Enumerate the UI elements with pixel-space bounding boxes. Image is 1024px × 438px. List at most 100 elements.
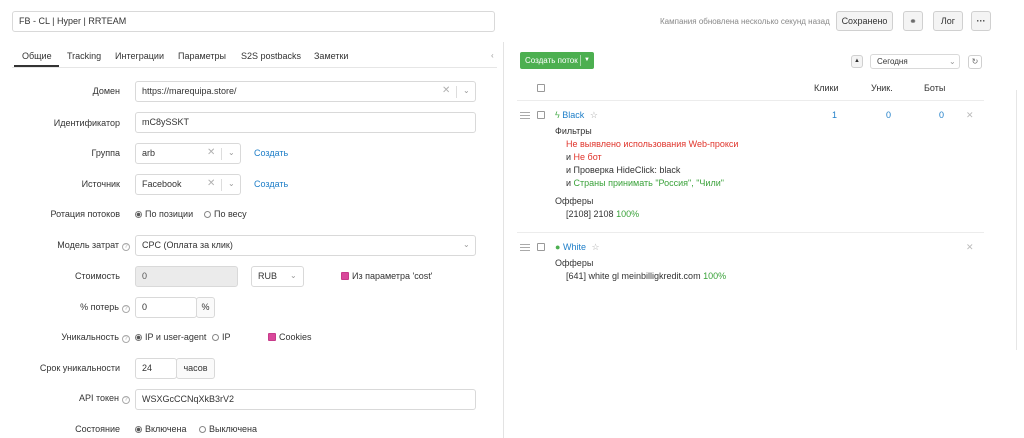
caret-down-icon: ▼ — [584, 57, 590, 63]
rotation-label: Ротация потоков — [50, 209, 120, 219]
group-separator — [221, 148, 222, 160]
saved-button[interactable]: Сохранено — [836, 11, 893, 31]
tab-integrations[interactable]: Интеграции — [115, 51, 164, 61]
uniqueness-option-ip-ua[interactable]: IP и user-agent — [135, 332, 206, 342]
period-chevron-down-icon[interactable]: ⌄ — [949, 57, 956, 66]
filter-item: и Проверка HideClick: black — [566, 165, 681, 175]
stream-black-bots[interactable]: 0 — [904, 110, 944, 120]
uniqueness-cookies-checkbox[interactable]: Cookies — [268, 332, 312, 342]
group-select[interactable]: arb — [135, 143, 241, 164]
cost-model-label: Модель затрат? — [0, 240, 130, 251]
sort-up-button[interactable]: ▲ — [851, 55, 863, 68]
cost-model-chevron-down-icon[interactable]: ⌄ — [463, 240, 470, 249]
state-option-off[interactable]: Выключена — [199, 424, 257, 434]
tab-notes[interactable]: Заметки — [314, 51, 348, 61]
cost-from-param-checkbox[interactable]: Из параметра 'cost' — [341, 271, 432, 281]
checkbox-icon — [537, 84, 545, 92]
tabs-scroll-arrow-icon[interactable]: ‹ — [491, 51, 494, 60]
uniq-period-input[interactable]: 24 — [135, 358, 177, 379]
tab-s2s-postbacks[interactable]: S2S postbacks — [241, 51, 301, 61]
filter-item: и Не бот — [566, 152, 602, 162]
identifier-input[interactable]: mC8ySSKT — [135, 112, 476, 133]
loss-input[interactable]: 0 — [135, 297, 197, 318]
api-token-input[interactable]: WSXGcCCNqXkB3rV2 — [135, 389, 476, 410]
column-unique: Уник. — [871, 83, 893, 93]
source-chevron-down-icon[interactable]: ⌄ — [228, 179, 235, 188]
checkbox-checked-icon — [341, 272, 349, 280]
help-icon[interactable]: ? — [122, 335, 130, 343]
radio-unchecked-icon — [212, 334, 219, 341]
tab-parameters[interactable]: Параметры — [178, 51, 226, 61]
domain-chevron-down-icon[interactable]: ⌄ — [463, 86, 470, 95]
source-clear-icon[interactable]: ✕ — [207, 178, 215, 189]
bolt-icon: ϟ — [555, 110, 560, 120]
drag-handle-icon[interactable] — [520, 112, 530, 121]
period-select[interactable]: Сегодня — [870, 54, 960, 69]
tab-general[interactable]: Общие — [22, 51, 52, 61]
stream-white-title[interactable]: ● White ☆ — [555, 242, 600, 253]
stream-white-checkbox[interactable] — [537, 242, 548, 252]
radio-checked-icon — [135, 211, 142, 218]
stream-divider — [517, 232, 984, 233]
tab-tracking[interactable]: Tracking — [67, 51, 101, 61]
tab-active-underline — [14, 65, 59, 67]
refresh-icon: ↻ — [971, 57, 979, 66]
state-option-on[interactable]: Включена — [135, 424, 187, 434]
stream-black-delete-icon[interactable]: ✕ — [966, 110, 974, 121]
filter-item: и Страны принимать "Россия", "Чили" — [566, 178, 724, 188]
currency-chevron-down-icon[interactable]: ⌄ — [290, 271, 297, 280]
link-icon: ⚭ — [909, 16, 917, 26]
loss-unit-addon: % — [196, 297, 215, 318]
stream-white-delete-icon[interactable]: ✕ — [966, 242, 974, 253]
cost-model-select[interactable]: CPC (Оплата за клик) — [135, 235, 476, 256]
domain-select[interactable]: https://marequipa.store/ — [135, 81, 476, 102]
offers-title: Офферы — [555, 258, 594, 268]
campaign-name-input[interactable]: FB - CL | Hyper | RRTEAM — [12, 11, 495, 32]
group-chevron-down-icon[interactable]: ⌄ — [228, 148, 235, 157]
source-create-link[interactable]: Создать — [254, 179, 288, 189]
source-label: Источник — [81, 179, 120, 189]
uniq-period-unit-addon: часов — [176, 358, 215, 379]
filters-title: Фильтры — [555, 126, 592, 136]
refresh-button[interactable]: ↻ — [968, 55, 982, 69]
radio-checked-icon — [135, 426, 142, 433]
star-icon[interactable]: ☆ — [591, 242, 599, 252]
select-all-checkbox[interactable] — [537, 83, 548, 93]
star-icon[interactable]: ☆ — [590, 110, 598, 120]
domain-separator — [456, 86, 457, 98]
log-button[interactable]: Лог — [933, 11, 963, 31]
drag-handle-icon[interactable] — [520, 244, 530, 253]
identifier-label: Идентификатор — [53, 118, 120, 128]
checkbox-icon — [537, 111, 545, 119]
group-create-link[interactable]: Создать — [254, 148, 288, 158]
help-icon[interactable]: ? — [122, 305, 130, 313]
radio-checked-icon — [135, 334, 142, 341]
uniqueness-label: Уникальность? — [0, 332, 130, 343]
uniqueness-option-ip[interactable]: IP — [212, 332, 231, 342]
create-stream-button[interactable]: Создать поток ▼ — [520, 52, 594, 69]
link-button[interactable]: ⚭ — [903, 11, 923, 31]
help-icon[interactable]: ? — [122, 396, 130, 404]
column-bots: Боты — [924, 83, 946, 93]
stream-black-checkbox[interactable] — [537, 110, 548, 120]
stream-black-clicks[interactable]: 1 — [797, 110, 837, 120]
stream-black-title[interactable]: ϟ Black ☆ — [555, 110, 598, 121]
group-clear-icon[interactable]: ✕ — [207, 147, 215, 158]
offer-item: [641] white gl meinbilligkredit.com 100% — [566, 271, 727, 281]
right-edge-divider — [1016, 90, 1017, 350]
help-icon[interactable]: ? — [122, 243, 130, 251]
rotation-option-position[interactable]: По позиции — [135, 209, 193, 219]
more-button[interactable]: ··· — [971, 11, 991, 31]
source-select[interactable]: Facebook — [135, 174, 241, 195]
rotation-option-weight[interactable]: По весу — [204, 209, 247, 219]
checkbox-icon — [537, 243, 545, 251]
tab-bar-divider — [12, 67, 497, 68]
stream-black-unique[interactable]: 0 — [851, 110, 891, 120]
offer-item: [2108] 2108 100% — [566, 209, 640, 219]
cost-input[interactable]: 0 — [135, 266, 238, 287]
domain-clear-icon[interactable]: ✕ — [442, 85, 450, 96]
state-label: Состояние — [75, 424, 120, 434]
checkbox-checked-icon — [268, 333, 276, 341]
caret-up-icon: ▲ — [854, 58, 860, 64]
column-clicks: Клики — [814, 83, 839, 93]
